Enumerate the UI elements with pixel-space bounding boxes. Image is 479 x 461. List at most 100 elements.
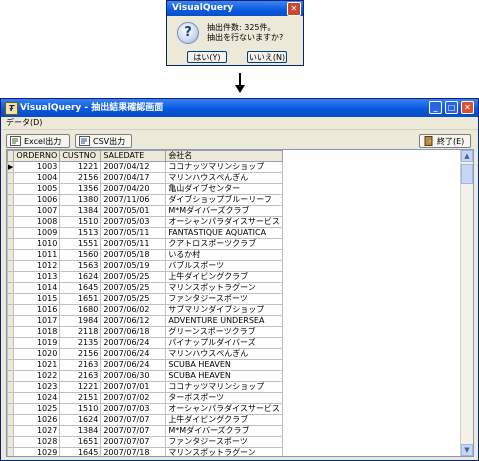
vertical-scrollbar[interactable]: ▲ ▼	[460, 150, 473, 456]
table-row[interactable]: 1025 1510 2007/07/03 オーシャンパラダイスサービス	[7, 403, 284, 415]
table-row[interactable]: 1017 1984 2007/06/12 ADVENTURE UNDERSEA	[7, 315, 284, 327]
table-cell: 2007/06/24	[100, 337, 167, 349]
export-icon	[79, 136, 90, 146]
table-row[interactable]: 1029 1645 2007/07/18 マリンスポットラグーン	[7, 447, 284, 456]
main-window: Ŧ VisualQuery - 抽出結果確認画面 _ □ ✕ データ(D) Ex…	[0, 98, 479, 461]
table-row[interactable]: 1007 1384 2007/05/01 M*Mダイバーズクラブ	[7, 205, 284, 217]
yes-button[interactable]: はい(Y)	[187, 51, 227, 63]
no-button[interactable]: いいえ(N)	[247, 51, 287, 63]
table-cell: オーシャンパラダイスサービス	[165, 216, 284, 228]
table-row[interactable]: ▶ 1003 1221 2007/04/12 ココナッツマリンショップ	[7, 161, 284, 173]
scroll-thumb[interactable]	[461, 164, 473, 184]
table-cell: グリーンスポーツクラブ	[165, 326, 284, 338]
column-header[interactable]: 会社名	[165, 150, 284, 162]
table-cell: 1029	[13, 447, 61, 456]
table-cell: 1024	[13, 392, 61, 404]
table-cell: ダイブショップブルーリーフ	[165, 194, 284, 206]
table-cell: 1011	[13, 249, 61, 261]
table-cell: 2007/05/18	[100, 249, 167, 261]
menu-data[interactable]: データ(D)	[6, 118, 42, 127]
table-cell: 1015	[13, 293, 61, 305]
table-row[interactable]: 1020 2156 2007/06/24 マリンハウスぺんぎん	[7, 348, 284, 360]
table-row[interactable]: 1014 1645 2007/05/25 マリンスポットラグーン	[7, 282, 284, 294]
scroll-down-icon[interactable]: ▼	[461, 444, 473, 456]
table-cell: 1560	[59, 249, 102, 261]
table-cell: M*Mダイバーズクラブ	[165, 425, 284, 437]
table-row[interactable]: 1006 1380 2007/11/06 ダイブショップブルーリーフ	[7, 194, 284, 206]
table-cell: ADVENTURE UNDERSEA	[165, 315, 284, 327]
table-cell: 1513	[59, 227, 102, 239]
results-grid[interactable]: ORDERNO CUSTNO SALEDATE 会社名 ▶ 1003 1221 200…	[6, 149, 474, 457]
table-row[interactable]: 1022 2163 2007/06/30 SCUBA HEAVEN	[7, 370, 284, 382]
table-row[interactable]: 1010 1551 2007/05/11 クアトロスポーツクラブ	[7, 238, 284, 250]
scroll-up-icon[interactable]: ▲	[461, 150, 473, 162]
table-row[interactable]: 1004 2156 2007/04/17 マリンハウスぺんぎん	[7, 172, 284, 184]
column-header[interactable]: CUSTNO	[59, 150, 102, 162]
table-cell: 2007/06/12	[100, 315, 167, 327]
table-row[interactable]: 1005 1356 2007/04/20 亀山ダイブセンター	[7, 183, 284, 195]
table-cell: 1016	[13, 304, 61, 316]
table-cell: 1221	[59, 161, 102, 173]
dialog-titlebar: VisualQuery ✕	[167, 1, 303, 16]
table-cell: 1018	[13, 326, 61, 338]
column-header[interactable]: SALEDATE	[100, 150, 167, 162]
table-row[interactable]: 1026 1624 2007/07/07 上牛ダイビングクラブ	[7, 414, 284, 426]
table-cell: 1624	[59, 271, 102, 283]
table-cell: 1022	[13, 370, 61, 382]
table-cell: サブマリンダイブショップ	[165, 304, 284, 316]
table-cell: ターボスポーツ	[165, 392, 284, 404]
table-cell: 2007/05/03	[100, 216, 167, 228]
table-row[interactable]: 1008 1510 2007/05/03 オーシャンパラダイスサービス	[7, 216, 284, 228]
minimize-icon[interactable]: _	[429, 101, 442, 114]
table-cell: 1025	[13, 403, 61, 415]
table-cell: 1028	[13, 436, 61, 448]
dialog-close-icon[interactable]: ✕	[287, 2, 301, 16]
table-cell: 1651	[59, 293, 102, 305]
table-cell: SCUBA HEAVEN	[165, 370, 284, 382]
table-cell: マリンスポットラグーン	[165, 282, 284, 294]
table-row[interactable]: 1019 2135 2007/06/24 パイナップルダイバーズ	[7, 337, 284, 349]
excel-export-button[interactable]: Excel出力(X)	[6, 134, 70, 160]
table-row[interactable]: 1012 1563 2007/05/19 バブルスポーツ	[7, 260, 284, 272]
table-row[interactable]: 1011 1560 2007/05/18 いるか村	[7, 249, 284, 261]
table-cell: 2007/05/25	[100, 271, 167, 283]
table-cell: 2007/05/19	[100, 260, 167, 272]
table-row[interactable]: 1015 1651 2007/05/25 ファンタジースポーツ	[7, 293, 284, 305]
table-cell: 2163	[59, 359, 102, 371]
export-icon	[10, 136, 21, 146]
table-cell: 2007/06/24	[100, 348, 167, 360]
maximize-icon[interactable]: □	[445, 101, 458, 114]
table-cell: 1380	[59, 194, 102, 206]
table-cell: 1003	[13, 161, 61, 173]
table-cell: マリンスポットラグーン	[165, 447, 284, 456]
csv-export-button[interactable]: CSV出力(Y)	[75, 134, 132, 160]
table-row[interactable]: 1027 1384 2007/07/07 M*Mダイバーズクラブ	[7, 425, 284, 437]
table-row[interactable]: 1021 2163 2007/06/24 SCUBA HEAVEN	[7, 359, 284, 371]
table-cell: 1008	[13, 216, 61, 228]
table-cell: ファンタジースポーツ	[165, 293, 284, 305]
table-cell: 1021	[13, 359, 61, 371]
table-row[interactable]: 1023 1221 2007/07/01 ココナッツマリンショップ	[7, 381, 284, 393]
close-icon[interactable]: ✕	[461, 101, 474, 114]
dialog-title: VisualQuery	[172, 3, 234, 13]
exit-button[interactable]: 終了(E)	[419, 134, 471, 148]
table-row[interactable]: 1016 1680 2007/06/02 サブマリンダイブショップ	[7, 304, 284, 316]
table-row[interactable]: 1024 2151 2007/07/02 ターボスポーツ	[7, 392, 284, 404]
dialog-message: 抽出件数: 325件。 抽出を行ないますか?	[207, 23, 283, 43]
table-cell: 1624	[59, 414, 102, 426]
table-cell: 2007/07/02	[100, 392, 167, 404]
table-cell: 1384	[59, 425, 102, 437]
column-header[interactable]: ORDERNO	[13, 150, 61, 162]
table-cell: 1356	[59, 183, 102, 195]
table-cell: 2156	[59, 172, 102, 184]
table-cell: 2007/07/18	[100, 447, 167, 456]
table-row[interactable]: 1013 1624 2007/05/25 上牛ダイビングクラブ	[7, 271, 284, 283]
table-cell: 2007/07/07	[100, 436, 167, 448]
dialog-message-line2: 抽出を行ないますか?	[207, 33, 284, 42]
table-row[interactable]: 1018 2118 2007/06/18 グリーンスポーツクラブ	[7, 326, 284, 338]
table-row[interactable]: 1009 1513 2007/05/11 FANTASTIQUE AQUATICA	[7, 227, 284, 239]
table-cell: 1017	[13, 315, 61, 327]
door-icon	[424, 136, 433, 146]
table-cell: 2163	[59, 370, 102, 382]
table-row[interactable]: 1028 1651 2007/07/07 ファンタジースポーツ	[7, 436, 284, 448]
